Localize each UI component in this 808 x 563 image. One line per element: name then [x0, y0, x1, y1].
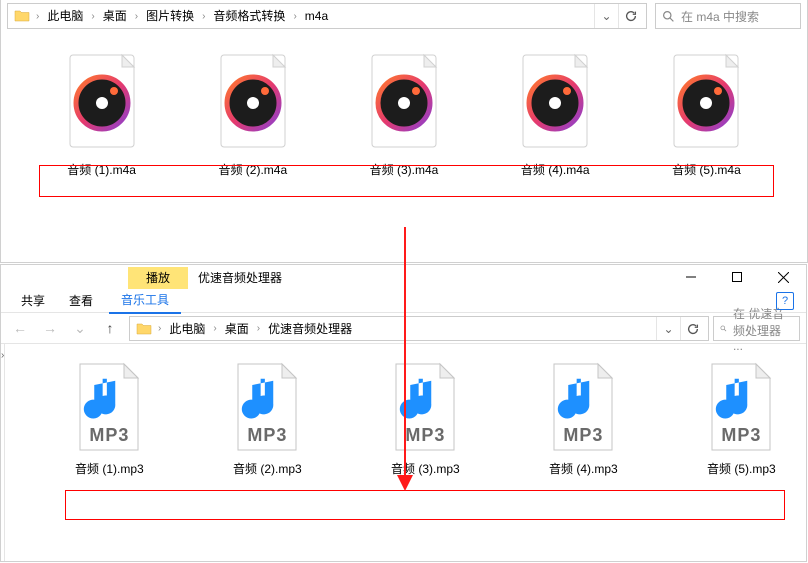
- m4a-file-icon: [213, 51, 293, 151]
- search-icon: [662, 10, 675, 23]
- help-button[interactable]: ?: [776, 292, 794, 310]
- window-controls: [668, 265, 806, 289]
- file-item[interactable]: 音频 (3).m4a: [333, 51, 474, 263]
- search-icon: [720, 322, 727, 335]
- search-placeholder: 在 m4a 中搜索: [681, 8, 759, 25]
- address-bar-row: › 此电脑 › 桌面 › 图片转换 › 音频格式转换 › m4a ⌄ 在 m4a…: [1, 0, 807, 31]
- breadcrumb-bar[interactable]: › 此电脑 › 桌面 › 优速音频处理器 ⌄: [129, 316, 709, 341]
- file-list: MP3 音频 (1).mp3 MP3 音频 (2).mp3 MP3 音频 (3)…: [5, 344, 808, 561]
- menu-view[interactable]: 查看: [57, 289, 105, 313]
- chevron-right-icon: ›: [133, 11, 140, 22]
- file-label: 音频 (5).mp3: [667, 460, 808, 477]
- crumb-folder[interactable]: 图片转换: [140, 4, 200, 28]
- dropdown-button[interactable]: ⌄: [656, 317, 680, 340]
- dropdown-button[interactable]: ⌄: [594, 4, 618, 28]
- file-label: 音频 (1).mp3: [35, 460, 183, 477]
- chevron-right-icon: ›: [200, 11, 207, 22]
- forward-button: →: [37, 316, 63, 340]
- breadcrumb-bar[interactable]: › 此电脑 › 桌面 › 图片转换 › 音频格式转换 › m4a ⌄: [7, 3, 647, 29]
- chevron-right-icon: ›: [89, 11, 96, 22]
- refresh-icon: [686, 322, 700, 336]
- file-item[interactable]: MP3 音频 (1).mp3: [35, 362, 183, 561]
- mp3-file-icon: MP3: [74, 362, 144, 452]
- address-bar-row: ← → ⌄ ↑ › 此电脑 › 桌面 › 优速音频处理器 ⌄ 在 优速音频处理器…: [1, 313, 806, 344]
- folder-icon: [14, 8, 30, 24]
- back-button[interactable]: ←: [7, 316, 33, 340]
- refresh-button[interactable]: [680, 317, 704, 340]
- m4a-file-icon: [364, 51, 444, 151]
- window-title: 优速音频处理器: [198, 267, 282, 289]
- crumb-current[interactable]: m4a: [299, 4, 334, 28]
- crumb-this-pc[interactable]: 此电脑: [163, 317, 211, 341]
- minimize-button[interactable]: [668, 265, 714, 289]
- maximize-icon: [732, 272, 742, 282]
- file-label: 音频 (4).mp3: [509, 460, 657, 477]
- tab-play[interactable]: 播放: [128, 267, 188, 289]
- refresh-icon: [624, 9, 638, 23]
- file-item[interactable]: 音频 (5).m4a: [636, 51, 777, 263]
- crumb-folder[interactable]: 音频格式转换: [207, 4, 291, 28]
- content-area: › MP3 音频 (1).mp3 MP3 音频 (2).mp3 MP3 音频 (…: [1, 344, 806, 561]
- chevron-right-icon: ›: [211, 323, 218, 334]
- mp3-file-icon: MP3: [390, 362, 460, 452]
- recent-button[interactable]: ⌄: [67, 316, 93, 340]
- file-item[interactable]: MP3 音频 (3).mp3: [351, 362, 499, 561]
- mp3-file-icon: MP3: [232, 362, 302, 452]
- crumb-desktop[interactable]: 桌面: [219, 317, 255, 341]
- search-input[interactable]: 在 m4a 中搜索: [655, 3, 801, 29]
- mp3-file-icon: MP3: [548, 362, 618, 452]
- menu-share[interactable]: 共享: [9, 289, 57, 313]
- file-item[interactable]: 音频 (4).m4a: [485, 51, 626, 263]
- highlight-box: [39, 165, 774, 197]
- m4a-file-icon: [515, 51, 595, 151]
- file-item[interactable]: 音频 (1).m4a: [31, 51, 172, 263]
- bottom-explorer-window: 播放 优速音频处理器 共享 查看 音乐工具 ? ← → ⌄ ↑ › 此电脑 › …: [0, 264, 807, 562]
- maximize-button[interactable]: [714, 265, 760, 289]
- search-input[interactable]: 在 优速音频处理器 ...: [713, 316, 800, 341]
- folder-icon: [136, 321, 152, 337]
- file-item[interactable]: MP3 音频 (4).mp3: [509, 362, 657, 561]
- chevron-right-icon: ›: [156, 323, 163, 334]
- title-bar: 播放 优速音频处理器: [1, 265, 806, 289]
- chevron-right-icon: ›: [34, 11, 41, 22]
- mp3-file-icon: MP3: [706, 362, 776, 452]
- file-list: 音频 (1).m4a 音频 (2).m4a 音频 (3).m4a 音频 (4).…: [1, 31, 807, 263]
- file-item[interactable]: MP3 音频 (5).mp3: [667, 362, 808, 561]
- minimize-icon: [686, 272, 696, 282]
- top-explorer-window: › 此电脑 › 桌面 › 图片转换 › 音频格式转换 › m4a ⌄ 在 m4a…: [0, 0, 808, 263]
- close-button[interactable]: [760, 265, 806, 289]
- chevron-right-icon: ›: [255, 323, 262, 334]
- m4a-file-icon: [666, 51, 746, 151]
- file-label: 音频 (2).mp3: [193, 460, 341, 477]
- close-icon: [778, 272, 789, 283]
- crumb-desktop[interactable]: 桌面: [97, 4, 133, 28]
- file-item[interactable]: MP3 音频 (2).mp3: [193, 362, 341, 561]
- crumb-this-pc[interactable]: 此电脑: [41, 4, 89, 28]
- m4a-file-icon: [62, 51, 142, 151]
- file-label: 音频 (3).mp3: [351, 460, 499, 477]
- refresh-button[interactable]: [618, 4, 642, 28]
- chevron-right-icon: ›: [291, 11, 298, 22]
- ribbon-tabs: 共享 查看 音乐工具 ?: [1, 289, 806, 313]
- crumb-current[interactable]: 优速音频处理器: [262, 317, 358, 341]
- file-item[interactable]: 音频 (2).m4a: [182, 51, 323, 263]
- up-button[interactable]: ↑: [97, 316, 123, 340]
- highlight-box: [65, 490, 785, 520]
- menu-music-tools[interactable]: 音乐工具: [109, 288, 181, 314]
